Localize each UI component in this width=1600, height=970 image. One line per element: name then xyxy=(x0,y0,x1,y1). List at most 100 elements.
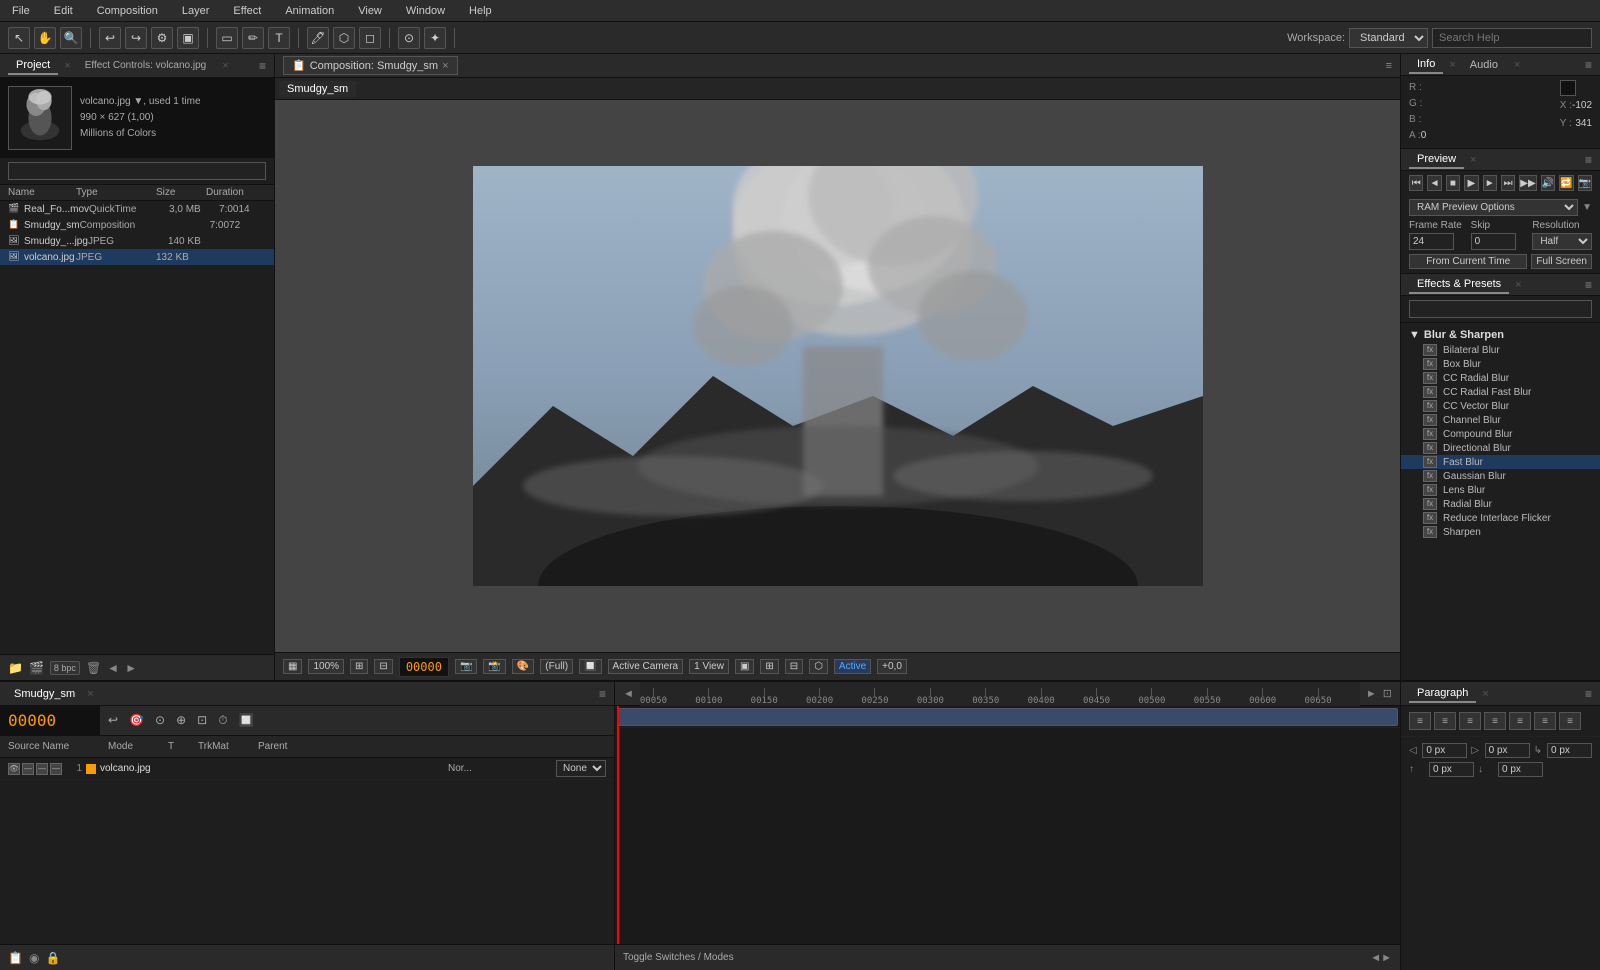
align-right[interactable]: ≡ xyxy=(1459,712,1481,730)
align-justify-c[interactable]: ≡ xyxy=(1509,712,1531,730)
comp-subtab[interactable]: Smudgy_sm xyxy=(279,81,356,97)
effect-item[interactable]: fx CC Vector Blur xyxy=(1401,399,1600,413)
tool-pen[interactable]: ✏ xyxy=(242,27,264,49)
comp-camera-btn[interactable]: 📷 xyxy=(455,659,477,674)
comp-safe-btn[interactable]: ⊟ xyxy=(374,659,392,674)
prev-stop[interactable]: ■ xyxy=(1446,175,1460,191)
file-row[interactable]: 🖼volcano.jpg JPEG 132 KB xyxy=(0,249,274,265)
effect-item[interactable]: fx Gaussian Blur xyxy=(1401,469,1600,483)
tool-zoom[interactable]: 🔍 xyxy=(60,27,82,49)
tool-text[interactable]: T xyxy=(268,27,290,49)
effect-item[interactable]: fx Radial Blur xyxy=(1401,497,1600,511)
info-panel-menu[interactable]: ≡ xyxy=(1585,58,1592,72)
tl-lock-icon[interactable]: 🔒 xyxy=(45,951,60,965)
tl-ctrl-5[interactable]: ⊡ xyxy=(193,711,211,729)
comp-fit-btn[interactable]: ⊞ xyxy=(350,659,368,674)
prev-last-frame[interactable]: ⏭ xyxy=(1501,175,1515,191)
project-search-input[interactable] xyxy=(8,162,266,180)
indent-first-input[interactable] xyxy=(1547,743,1592,758)
effect-item[interactable]: fx CC Radial Fast Blur xyxy=(1401,385,1600,399)
tool-hand[interactable]: ✋ xyxy=(34,27,56,49)
blur-sharpen-category[interactable]: ▼ Blur & Sharpen xyxy=(1401,327,1600,343)
tool-settings[interactable]: ⚙ xyxy=(151,27,173,49)
from-current-btn[interactable]: From Current Time xyxy=(1409,254,1527,269)
effect-item[interactable]: fx CC Radial Blur xyxy=(1401,371,1600,385)
layer-row[interactable]: 👁 — — — 1 volcano.jpg Nor... None xyxy=(0,758,614,780)
new-folder-icon[interactable]: 📁 xyxy=(8,661,23,675)
tl-ctrl-6[interactable]: ⏱ xyxy=(214,711,231,730)
menu-help[interactable]: Help xyxy=(465,3,496,19)
ram-preview-dropdown[interactable]: ▼ xyxy=(1582,202,1592,213)
tl-ctrl-2[interactable]: 🎯 xyxy=(125,711,148,729)
comp-snapshot-btn[interactable]: 📸 xyxy=(483,659,505,674)
align-left[interactable]: ≡ xyxy=(1409,712,1431,730)
tool-arrow[interactable]: ↖ xyxy=(8,27,30,49)
timeline-scroll-right[interactable]: ► xyxy=(1381,952,1392,964)
prev-first-frame[interactable]: ⏮ xyxy=(1409,175,1423,191)
paragraph-panel-menu[interactable]: ≡ xyxy=(1585,687,1592,701)
tool-render[interactable]: ▣ xyxy=(177,27,199,49)
tl-solo-icon[interactable]: ◉ xyxy=(29,951,39,965)
layer-lock-icon[interactable]: — xyxy=(50,763,62,775)
effect-item[interactable]: fx Compound Blur xyxy=(1401,427,1600,441)
paragraph-tab[interactable]: Paragraph xyxy=(1409,685,1476,703)
layer-solo-icon[interactable]: — xyxy=(36,763,48,775)
prev-ram-preview[interactable]: ▶▶ xyxy=(1519,175,1536,191)
resolution-select[interactable]: Half xyxy=(1532,233,1592,250)
timeline-scroll-left[interactable]: ◄ xyxy=(1370,952,1381,964)
prev-loop[interactable]: 🔁 xyxy=(1559,175,1573,191)
tool-puppet[interactable]: ✦ xyxy=(424,27,446,49)
comp-zoom[interactable]: 100% xyxy=(308,659,344,674)
comp-active-camera[interactable]: Active Camera xyxy=(608,659,684,674)
effect-item[interactable]: fx Channel Blur xyxy=(1401,413,1600,427)
effects-search-input[interactable] xyxy=(1409,300,1592,318)
space-before-input[interactable] xyxy=(1429,762,1474,777)
search-help-input[interactable] xyxy=(1432,28,1592,48)
tl-zoom-out[interactable]: ◄ xyxy=(623,688,634,700)
prev-play[interactable]: ▶ xyxy=(1464,175,1478,191)
menu-composition[interactable]: Composition xyxy=(93,3,162,19)
effect-item[interactable]: fx Bilateral Blur xyxy=(1401,343,1600,357)
layer-audio-icon[interactable]: — xyxy=(22,763,34,775)
audio-tab[interactable]: Audio xyxy=(1462,57,1506,73)
align-justify-l[interactable]: ≡ xyxy=(1484,712,1506,730)
composition-viewer[interactable] xyxy=(275,100,1400,652)
preview-panel-menu[interactable]: ≡ xyxy=(1585,153,1592,167)
tl-new-comp-icon[interactable]: 📋 xyxy=(8,951,23,965)
comp-panel-menu[interactable]: ≡ xyxy=(1386,60,1392,72)
tool-eraser[interactable]: ◻ xyxy=(359,27,381,49)
delete-icon[interactable]: 🗑 xyxy=(86,661,101,675)
tl-ctrl-1[interactable]: ↩ xyxy=(104,711,122,729)
frame-rate-input[interactable] xyxy=(1409,233,1454,250)
tool-redo[interactable]: ↪ xyxy=(125,27,147,49)
file-row[interactable]: 📋Smudgy_sm Composition 7:0072 xyxy=(0,217,274,233)
tl-ctrl-7[interactable]: 🔲 xyxy=(235,711,258,729)
tool-clone[interactable]: ⬡ xyxy=(333,27,355,49)
left-panel-menu[interactable]: ≡ xyxy=(259,59,266,73)
file-row[interactable]: 🎬Real_Fo...mov QuickTime 3,0 MB 7:0014 xyxy=(0,201,274,217)
ram-preview-select[interactable]: RAM Preview Options xyxy=(1409,199,1578,216)
skip-input[interactable] xyxy=(1471,233,1516,250)
align-justify-full[interactable]: ≡ xyxy=(1559,712,1581,730)
comp-res-btn[interactable]: 🔲 xyxy=(579,659,601,674)
comp-show-channel[interactable]: 🎨 xyxy=(512,659,534,674)
info-tab[interactable]: Info xyxy=(1409,56,1443,74)
tl-expand[interactable]: ⊡ xyxy=(1383,687,1392,700)
smudgy-sm-tab[interactable]: Smudgy_sm xyxy=(8,686,81,702)
comp-render-btn[interactable]: ▣ xyxy=(735,659,754,674)
effect-item[interactable]: fx Box Blur xyxy=(1401,357,1600,371)
prev-snapshot[interactable]: 📷 xyxy=(1578,175,1592,191)
comp-grid-btn[interactable]: ▦ xyxy=(283,659,302,674)
nav-right-icon[interactable]: ► xyxy=(125,661,137,675)
nav-left-icon[interactable]: ◄ xyxy=(107,661,119,675)
tl-zoom-in[interactable]: ► xyxy=(1366,688,1377,700)
effect-item[interactable]: fx Fast Blur xyxy=(1401,455,1600,469)
layer-vis-icon[interactable]: 👁 xyxy=(8,763,20,775)
comp-guides-btn[interactable]: ⊟ xyxy=(785,659,803,674)
prev-back-frame[interactable]: ◄ xyxy=(1427,175,1441,191)
tool-select-rect[interactable]: ▭ xyxy=(216,27,238,49)
comp-mask-btn[interactable]: ⬡ xyxy=(809,659,828,674)
indent-right-input[interactable] xyxy=(1485,743,1530,758)
space-after-input[interactable] xyxy=(1498,762,1543,777)
effect-item[interactable]: fx Directional Blur xyxy=(1401,441,1600,455)
